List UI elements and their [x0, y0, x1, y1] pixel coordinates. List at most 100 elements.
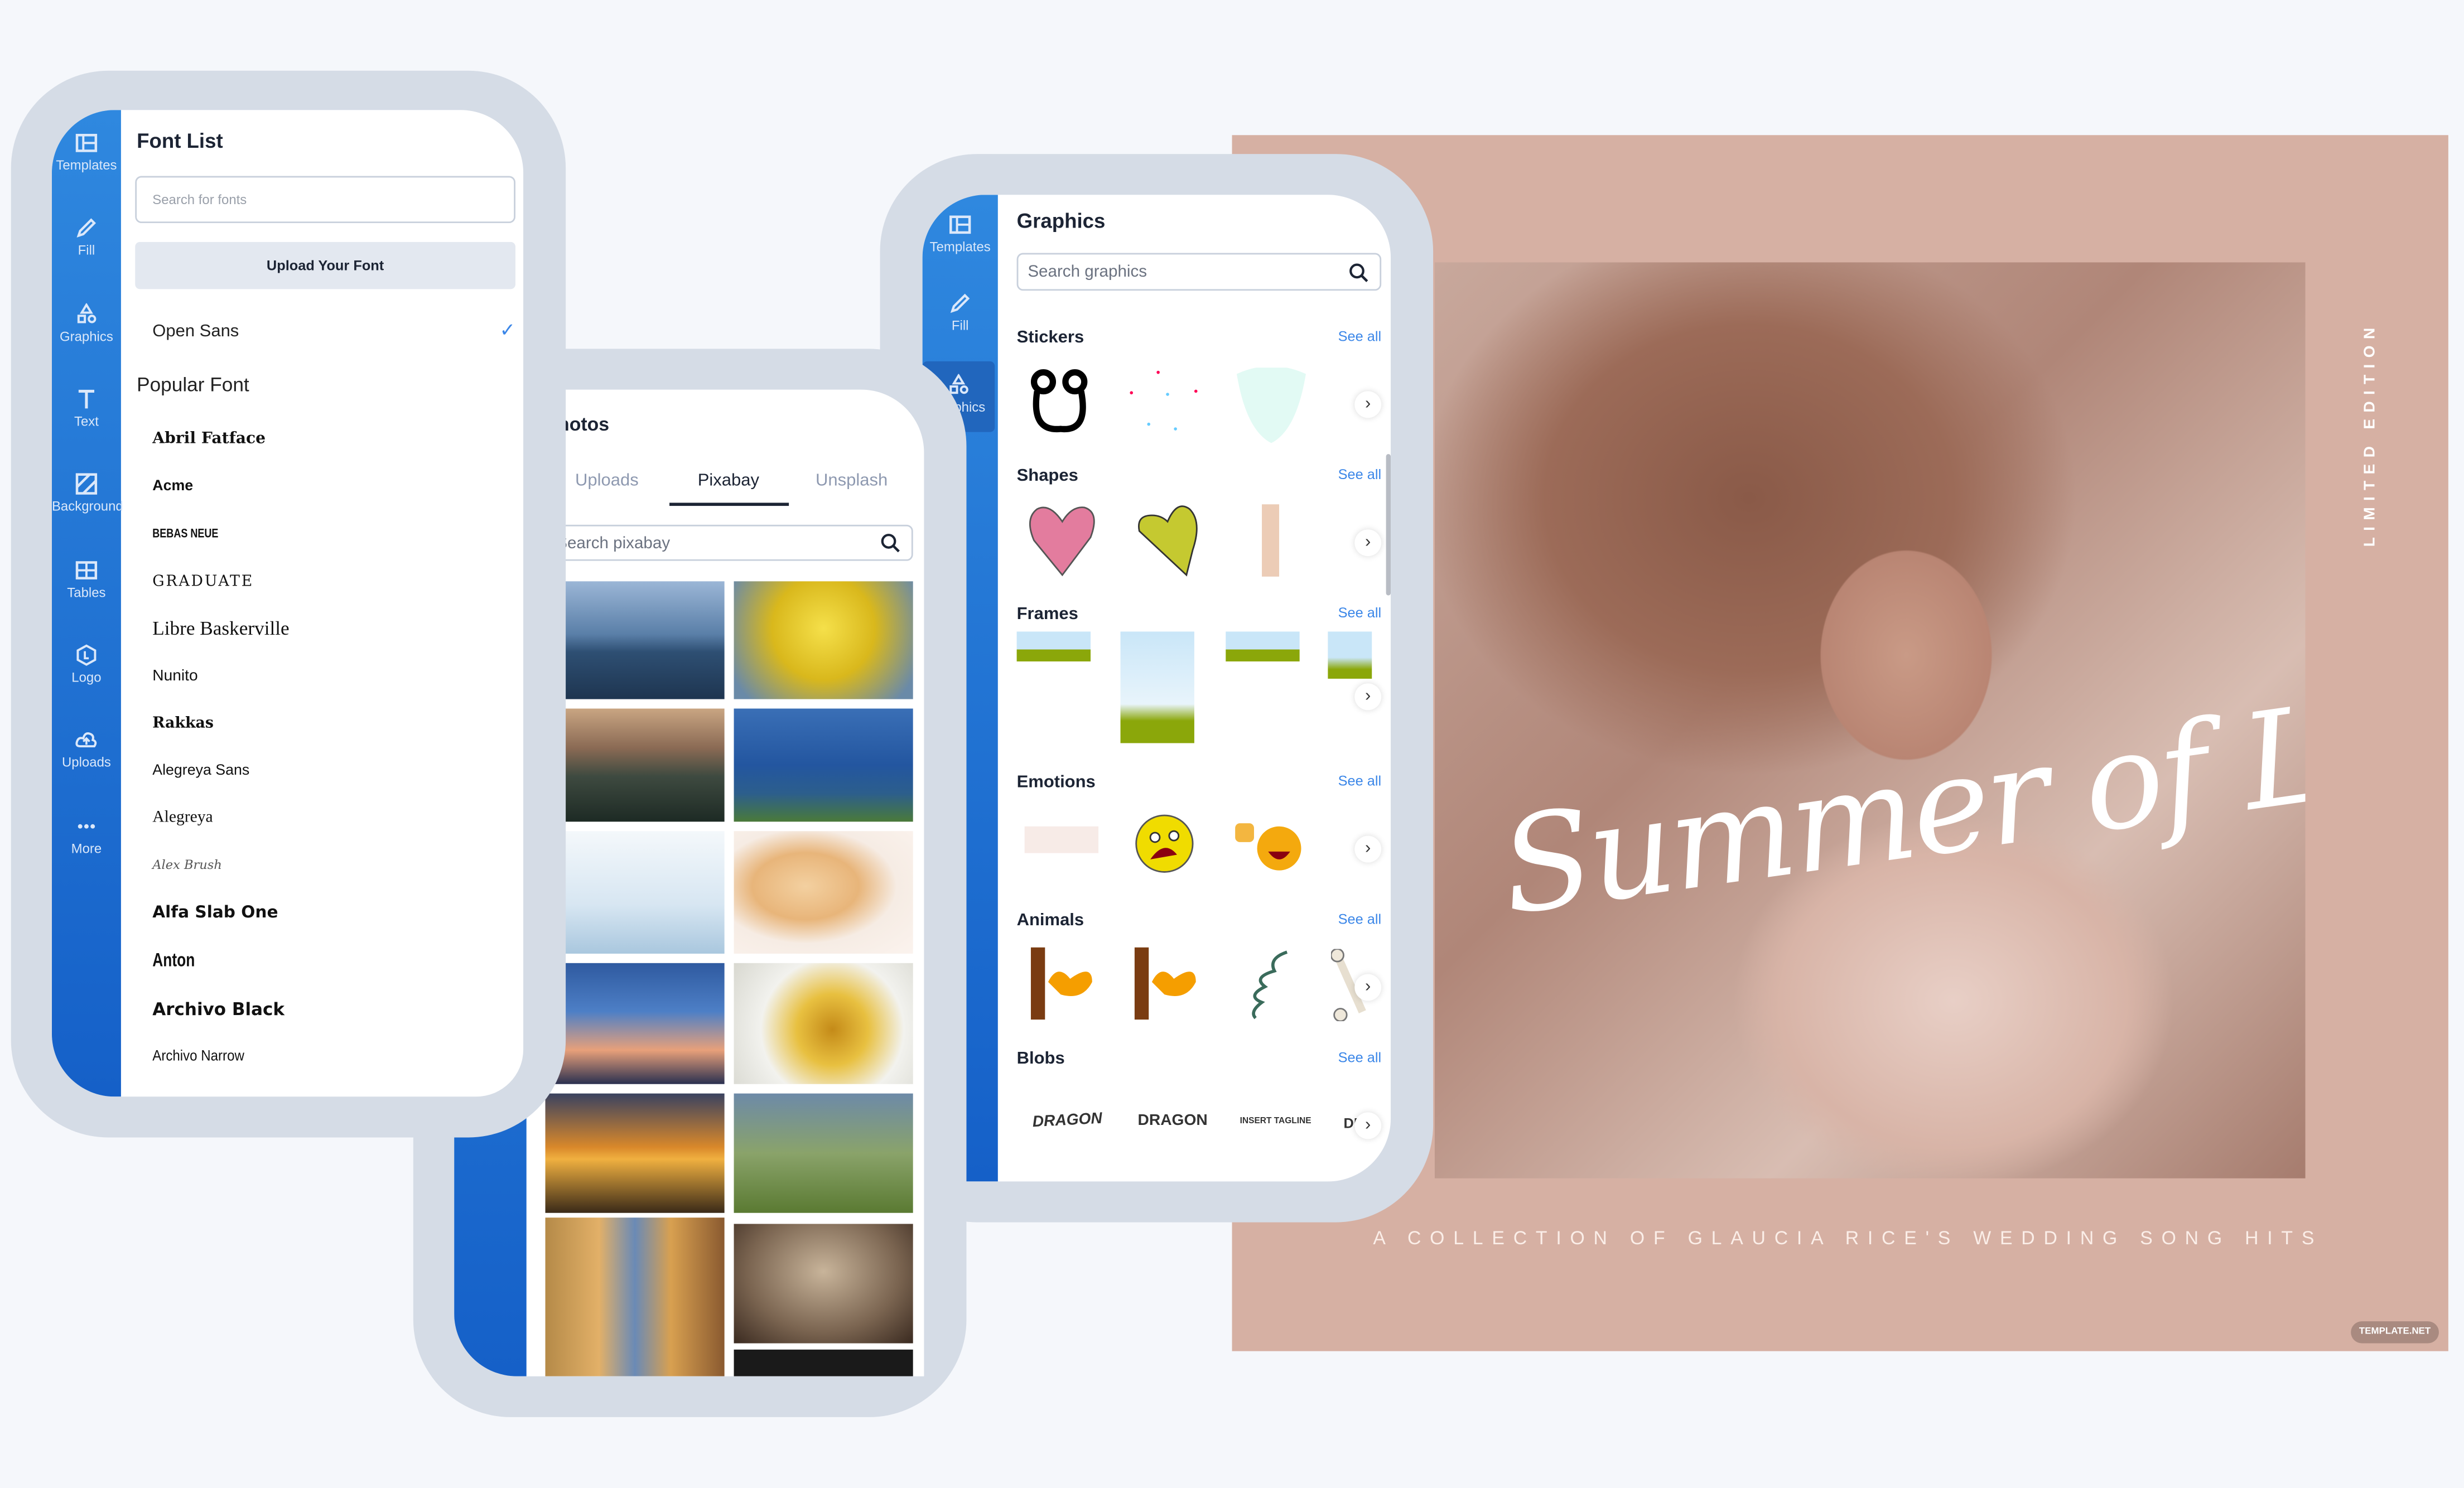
- sidebar-item-fill[interactable]: Fill: [52, 217, 121, 258]
- sidebar-label: Graphics: [60, 328, 113, 344]
- sidebar-label: Tables: [67, 584, 106, 601]
- next-arrow-button[interactable]: ›: [1354, 683, 1382, 711]
- sidebar-label: Fill: [951, 317, 969, 334]
- blob-thumb[interactable]: INSERT TAGLINE: [1240, 1117, 1311, 1127]
- frame-thumb[interactable]: [1226, 631, 1300, 661]
- photo-thumb[interactable]: [734, 581, 913, 699]
- next-arrow-button[interactable]: ›: [1354, 391, 1382, 418]
- search-icon[interactable]: [880, 533, 901, 553]
- photo-thumb[interactable]: [545, 708, 725, 822]
- templates-icon: [949, 215, 971, 234]
- tab-unsplash[interactable]: Unsplash: [816, 471, 888, 490]
- tab-uploads[interactable]: Uploads: [575, 471, 639, 490]
- font-list-panel: Templates Fill Graphics Text Background …: [51, 110, 524, 1097]
- next-arrow-button[interactable]: ›: [1354, 835, 1382, 863]
- emotion-thumb[interactable]: [1233, 820, 1306, 873]
- font-option[interactable]: Archivo Black: [152, 999, 285, 1020]
- photo-thumb[interactable]: [545, 1093, 725, 1213]
- animal-thumb[interactable]: [1133, 947, 1199, 1020]
- blob-thumb[interactable]: DRAGON: [1138, 1112, 1208, 1129]
- poster-photo: Summer of Love: [1434, 262, 2306, 1178]
- sticker-thumb[interactable]: [1233, 368, 1309, 449]
- photo-thumb[interactable]: [734, 1349, 913, 1376]
- section-title-blobs: Blobs: [1016, 1049, 1065, 1069]
- font-option[interactable]: Anton: [152, 949, 195, 970]
- blob-thumb[interactable]: DRAGON: [1032, 1110, 1103, 1131]
- photo-thumb[interactable]: [734, 1224, 913, 1344]
- sticker-thumb[interactable]: [1026, 363, 1096, 438]
- sidebar-item-graphics[interactable]: Graphics: [52, 303, 121, 344]
- templates-icon: [75, 134, 98, 152]
- font-option[interactable]: Archivo Narrow: [152, 1048, 244, 1065]
- sidebar-item-more[interactable]: More: [52, 815, 121, 856]
- see-all-shapes[interactable]: See all: [1338, 467, 1382, 482]
- shape-thumb[interactable]: [1028, 503, 1097, 578]
- next-arrow-button[interactable]: ›: [1354, 1112, 1382, 1139]
- font-option[interactable]: BEBAS NEUE: [152, 526, 218, 540]
- animal-thumb[interactable]: [1246, 949, 1296, 1021]
- sidebar-item-text[interactable]: Text: [52, 388, 121, 429]
- sidebar-item-templates[interactable]: Templates: [52, 132, 121, 173]
- logo-icon: [76, 644, 97, 666]
- font-option[interactable]: Rakkas: [152, 715, 214, 732]
- sidebar-item-fill[interactable]: Fill: [923, 292, 998, 333]
- tab-pixabay[interactable]: Pixabay: [698, 471, 759, 490]
- photo-thumb[interactable]: [734, 831, 913, 954]
- pixabay-search-input[interactable]: Search pixabay: [532, 524, 913, 561]
- font-option[interactable]: Nunito: [152, 668, 197, 685]
- section-title-emotions: Emotions: [1016, 772, 1096, 792]
- see-all-frames[interactable]: See all: [1338, 605, 1382, 621]
- sidebar-label: Templates: [56, 157, 117, 173]
- shape-thumb[interactable]: [1262, 504, 1280, 577]
- emotion-thumb[interactable]: [1024, 826, 1099, 853]
- photo-thumb[interactable]: [545, 581, 725, 699]
- next-arrow-button[interactable]: ›: [1354, 529, 1382, 557]
- poster-side-text: LIMITED EDITION: [2361, 321, 2379, 547]
- see-all-animals[interactable]: See all: [1338, 911, 1382, 927]
- font-option[interactable]: Libre Baskerville: [152, 617, 289, 641]
- emotion-thumb[interactable]: [1133, 814, 1196, 873]
- frame-thumb[interactable]: [1016, 631, 1091, 661]
- background-icon: [75, 473, 98, 495]
- see-all-blobs[interactable]: See all: [1338, 1050, 1382, 1065]
- sidebar-item-logo[interactable]: Logo: [52, 644, 121, 685]
- pencil-icon: [950, 293, 970, 313]
- more-icon: [78, 824, 95, 829]
- sidebar-label: Fill: [78, 241, 95, 258]
- section-title-shapes: Shapes: [1016, 466, 1078, 486]
- photo-thumb[interactable]: [734, 963, 913, 1084]
- template-net-badge: TEMPLATE.NET: [2351, 1321, 2439, 1344]
- next-arrow-button[interactable]: ›: [1354, 974, 1382, 1001]
- photo-thumb[interactable]: [734, 708, 913, 822]
- photo-thumb[interactable]: [734, 1093, 913, 1213]
- shape-thumb[interactable]: [1133, 503, 1202, 578]
- sidebar-label: Templates: [929, 239, 991, 255]
- frame-thumb[interactable]: [1120, 631, 1194, 743]
- font-option[interactable]: Alex Brush: [152, 858, 222, 872]
- sidebar-label: Text: [74, 413, 99, 429]
- sidebar-item-templates[interactable]: Templates: [923, 214, 998, 254]
- text-icon: [78, 389, 95, 409]
- sidebar-item-background[interactable]: Background: [52, 473, 123, 514]
- font-option[interactable]: Alegreya Sans: [152, 762, 249, 779]
- font-option[interactable]: Alfa Slab One: [152, 904, 278, 922]
- font-list: Abril Fatface Acme BEBAS NEUE GRADUATE L…: [121, 110, 523, 1096]
- photo-thumb[interactable]: [545, 1218, 725, 1376]
- photo-thumb[interactable]: [545, 831, 725, 954]
- font-option[interactable]: Acme: [152, 477, 193, 495]
- section-title-frames: Frames: [1016, 605, 1078, 624]
- sticker-thumb[interactable]: [1127, 365, 1206, 443]
- photo-thumb[interactable]: [545, 963, 725, 1084]
- font-option[interactable]: GRADUATE: [152, 573, 254, 591]
- section-title-animals: Animals: [1016, 911, 1084, 930]
- frame-thumb[interactable]: [1328, 631, 1372, 679]
- font-sidebar: Templates Fill Graphics Text Background …: [51, 110, 123, 1097]
- animal-thumb[interactable]: [1029, 947, 1095, 1020]
- shapes-icon: [77, 303, 97, 323]
- sidebar-item-tables[interactable]: Tables: [52, 559, 121, 600]
- font-option[interactable]: Alegreya: [152, 809, 213, 827]
- font-option[interactable]: Abril Fatface: [152, 431, 266, 448]
- see-all-emotions[interactable]: See all: [1338, 773, 1382, 789]
- sidebar-item-uploads[interactable]: Uploads: [52, 729, 121, 770]
- see-all-stickers[interactable]: See all: [1338, 328, 1382, 344]
